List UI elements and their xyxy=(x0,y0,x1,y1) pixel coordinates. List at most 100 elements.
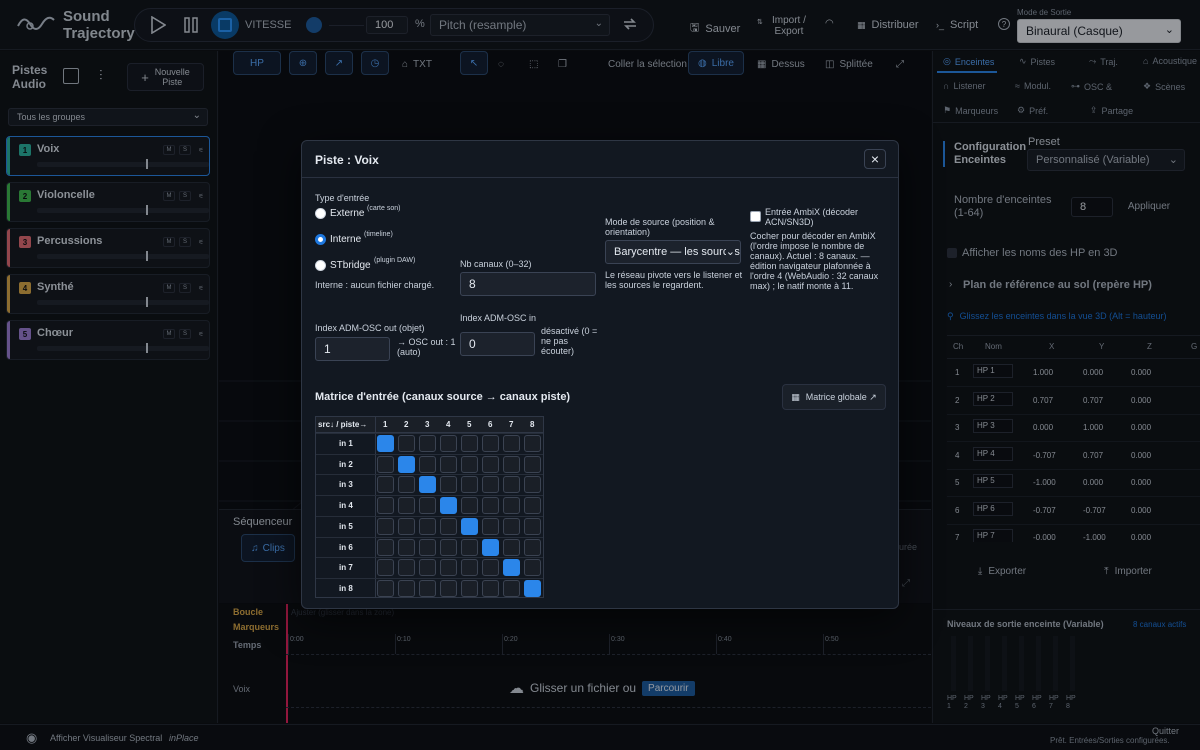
matrix-cell[interactable] xyxy=(482,517,499,535)
matrix-cell[interactable] xyxy=(482,579,499,597)
matrix-cell[interactable] xyxy=(482,476,499,494)
matrix-cell[interactable] xyxy=(398,476,415,494)
matrix-cell[interactable] xyxy=(503,455,520,473)
global-matrix-button[interactable]: ▦ Matrice globale ↗ xyxy=(782,384,886,410)
matrix-col-header: 5 xyxy=(467,420,472,429)
matrix-row-divider xyxy=(316,495,543,497)
adm-out-label: Index ADM-OSC out (objet) xyxy=(315,323,425,333)
matrix-cell[interactable] xyxy=(524,517,541,535)
input-matrix: src↓ / piste→ 1 2 3 4 5 6 7 8 in 1 in 2 in 3 in 4 in … xyxy=(315,416,544,598)
adm-in-input[interactable]: 0 xyxy=(460,332,535,356)
matrix-cell[interactable] xyxy=(398,579,415,597)
matrix-cell[interactable] xyxy=(461,497,478,515)
radio-external-label: Externe xyxy=(330,208,365,219)
matrix-cell[interactable] xyxy=(524,579,541,597)
matrix-cell[interactable] xyxy=(461,579,478,597)
matrix-row-divider xyxy=(316,515,543,517)
matrix-cell[interactable] xyxy=(440,435,457,452)
matrix-cell[interactable] xyxy=(440,538,457,556)
matrix-row-header: in 8 xyxy=(339,583,353,593)
matrix-cell[interactable] xyxy=(377,559,394,577)
source-mode-select[interactable]: Barycentre — les sources ⌄ xyxy=(605,240,741,264)
matrix-cell[interactable] xyxy=(419,497,436,515)
matrix-cell[interactable] xyxy=(524,497,541,515)
close-icon[interactable]: × xyxy=(864,149,886,169)
matrix-col-header: 3 xyxy=(425,420,430,429)
matrix-cell[interactable] xyxy=(461,538,478,556)
matrix-cell[interactable] xyxy=(419,559,436,577)
matrix-cell[interactable] xyxy=(419,476,436,494)
ambix-checkbox[interactable] xyxy=(750,211,761,222)
matrix-cell[interactable] xyxy=(440,497,457,515)
matrix-cell[interactable] xyxy=(398,517,415,535)
matrix-cell[interactable] xyxy=(398,497,415,515)
matrix-cell[interactable] xyxy=(419,579,436,597)
channels-input[interactable]: 8 xyxy=(460,272,596,296)
matrix-cell[interactable] xyxy=(419,455,436,473)
matrix-cell[interactable] xyxy=(482,538,499,556)
matrix-cell[interactable] xyxy=(461,455,478,473)
track-dialog: Piste : Voix × Type d'entrée Externe (ca… xyxy=(301,140,899,609)
radio-external[interactable] xyxy=(315,208,326,219)
matrix-cell[interactable] xyxy=(503,579,520,597)
dialog-header xyxy=(302,141,898,178)
matrix-row-divider xyxy=(316,474,543,476)
radio-internal[interactable] xyxy=(315,234,326,245)
matrix-cell[interactable] xyxy=(377,538,394,556)
matrix-cell[interactable] xyxy=(524,435,541,452)
matrix-cell[interactable] xyxy=(482,497,499,515)
matrix-cell[interactable] xyxy=(482,559,499,577)
matrix-cell[interactable] xyxy=(377,497,394,515)
ambix-label: Entrée AmbiX (décoder ACN/SN3D) xyxy=(765,207,859,227)
matrix-row-header: in 1 xyxy=(339,439,353,448)
ambix-note: Cocher pour décoder en AmbiX (l'ordre im… xyxy=(750,231,879,291)
radio-stbridge[interactable] xyxy=(315,260,326,271)
matrix-cell[interactable] xyxy=(377,455,394,473)
matrix-cell[interactable] xyxy=(419,538,436,556)
matrix-cell[interactable] xyxy=(461,476,478,494)
matrix-divider xyxy=(375,417,376,597)
matrix-cell[interactable] xyxy=(440,476,457,494)
matrix-cell[interactable] xyxy=(377,579,394,597)
matrix-cell[interactable] xyxy=(419,435,436,452)
matrix-cell[interactable] xyxy=(419,517,436,535)
matrix-cell[interactable] xyxy=(377,517,394,535)
adm-out-note: → OSC out : 1 (auto) xyxy=(397,337,456,357)
dialog-title: Piste : Voix xyxy=(315,153,379,167)
matrix-row-divider xyxy=(316,577,543,579)
matrix-col-header: 7 xyxy=(509,420,514,429)
radio-external-note: (carte son) xyxy=(367,205,401,212)
matrix-cell[interactable] xyxy=(440,517,457,535)
matrix-cell[interactable] xyxy=(461,435,478,452)
matrix-cell[interactable] xyxy=(503,559,520,577)
matrix-cell[interactable] xyxy=(461,559,478,577)
matrix-col-header: 2 xyxy=(404,420,409,429)
matrix-cell[interactable] xyxy=(524,559,541,577)
matrix-cell[interactable] xyxy=(461,517,478,535)
matrix-cell[interactable] xyxy=(482,435,499,452)
radio-internal-note: (timeline) xyxy=(364,231,393,238)
matrix-cell[interactable] xyxy=(398,559,415,577)
matrix-cell[interactable] xyxy=(398,538,415,556)
matrix-cell[interactable] xyxy=(503,497,520,515)
matrix-cell[interactable] xyxy=(377,435,394,452)
matrix-cell[interactable] xyxy=(503,538,520,556)
matrix-cell[interactable] xyxy=(398,435,415,452)
matrix-cell[interactable] xyxy=(377,476,394,494)
matrix-cell[interactable] xyxy=(440,579,457,597)
matrix-row-divider xyxy=(316,453,543,455)
chevron-down-icon: ⌄ xyxy=(725,245,735,258)
matrix-cell[interactable] xyxy=(524,476,541,494)
global-matrix-label: Matrice globale ↗ xyxy=(805,391,877,402)
matrix-cell[interactable] xyxy=(524,538,541,556)
matrix-cell[interactable] xyxy=(503,435,520,452)
matrix-cell[interactable] xyxy=(503,517,520,535)
matrix-cell[interactable] xyxy=(398,455,415,473)
matrix-cell[interactable] xyxy=(440,559,457,577)
matrix-row-divider xyxy=(316,536,543,538)
matrix-cell[interactable] xyxy=(440,455,457,473)
adm-out-input[interactable]: 1 xyxy=(315,337,390,361)
matrix-cell[interactable] xyxy=(482,455,499,473)
matrix-cell[interactable] xyxy=(524,455,541,473)
matrix-cell[interactable] xyxy=(503,476,520,494)
